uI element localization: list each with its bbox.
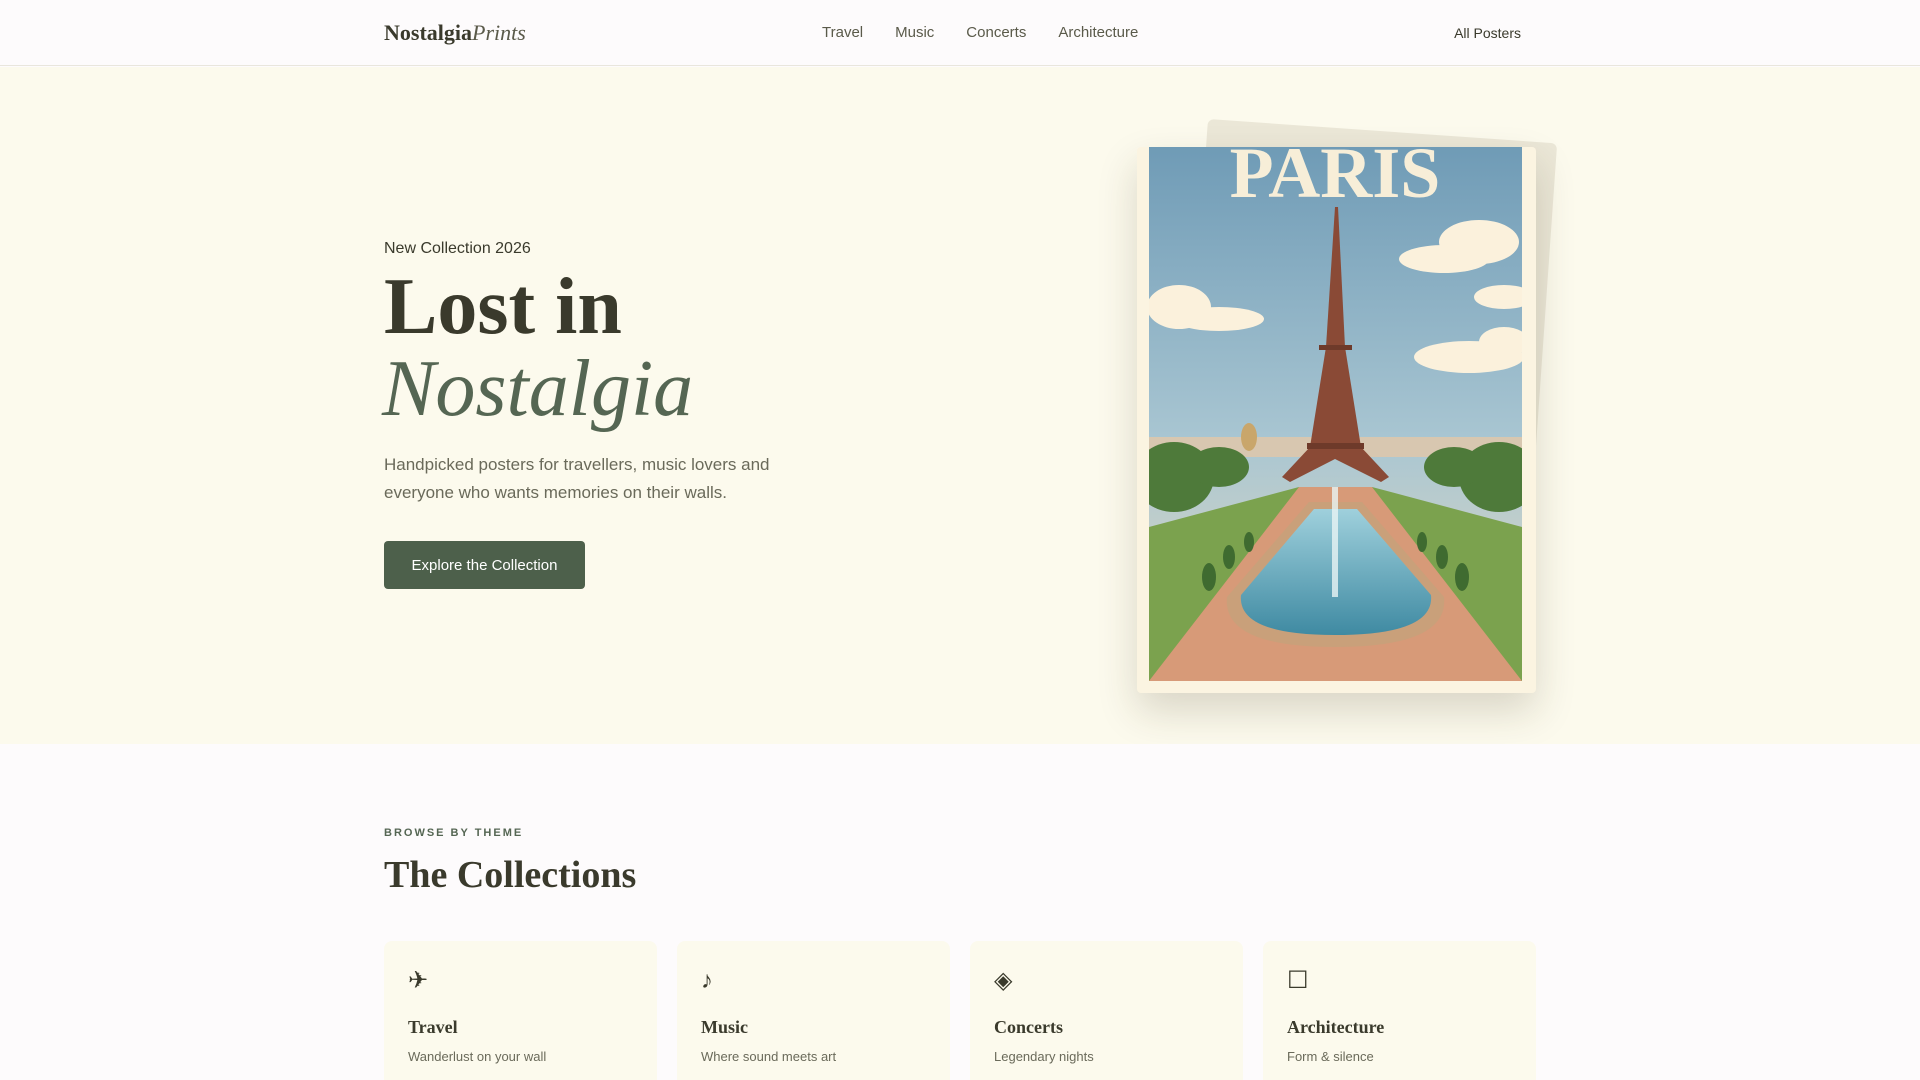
card-subtitle: Where sound meets art (701, 1049, 837, 1064)
collections-eyebrow: BROWSE BY THEME (384, 827, 524, 839)
card-subtitle: Legendary nights (994, 1049, 1094, 1064)
explore-collection-button[interactable]: Explore the Collection (384, 541, 585, 589)
hero-title-line2: Nostalgia (382, 345, 694, 433)
collection-card-music[interactable]: ♪ Music Where sound meets art (677, 941, 950, 1080)
card-title: Concerts (994, 1017, 1063, 1037)
card-title: Music (701, 1017, 748, 1037)
all-posters-link[interactable]: All Posters (1454, 25, 1521, 41)
square-icon: ☐ (1287, 967, 1309, 994)
airplane-icon: ✈ (408, 967, 429, 994)
site-logo[interactable]: NostalgiaPrints (384, 20, 526, 46)
hero-title-line1: Lost in (384, 263, 622, 351)
logo-bold-text: Nostalgia (384, 20, 472, 45)
hero-section: New Collection 2026 Lost in Nostalgia Ha… (0, 67, 1920, 744)
hero-lead-text: Handpicked posters for travellers, music… (384, 455, 770, 502)
nav-travel[interactable]: Travel (822, 24, 863, 41)
collections-title: The Collections (384, 854, 637, 896)
card-title: Travel (408, 1017, 458, 1037)
logo-italic-text: Prints (472, 20, 526, 45)
card-title: Architecture (1287, 1017, 1385, 1037)
paris-poster-image: PARIS (1149, 147, 1522, 681)
collection-card-architecture[interactable]: ☐ Architecture Form & silence (1263, 941, 1536, 1080)
collection-card-concerts[interactable]: ◈ Concerts Legendary nights (970, 941, 1243, 1080)
card-subtitle: Form & silence (1287, 1049, 1374, 1064)
nav-concerts[interactable]: Concerts (966, 24, 1026, 41)
collection-card-travel[interactable]: ✈ Travel Wanderlust on your wall (384, 941, 657, 1080)
hero-eyebrow: New Collection 2026 (384, 240, 531, 257)
diamond-icon: ◈ (994, 967, 1013, 994)
music-note-icon: ♪ (701, 967, 713, 994)
featured-poster[interactable]: PARIS (1137, 147, 1536, 693)
collection-cards: ✈ Travel Wanderlust on your wall ♪ Music… (384, 941, 1536, 1080)
nav-music[interactable]: Music (895, 24, 934, 41)
card-subtitle: Wanderlust on your wall (408, 1049, 547, 1064)
nav-architecture[interactable]: Architecture (1058, 24, 1138, 41)
poster-title-text: PARIS (1230, 147, 1441, 213)
site-header: NostalgiaPrints Travel Music Concerts Ar… (0, 0, 1920, 66)
main-nav: Travel Music Concerts Architecture (822, 24, 1138, 41)
